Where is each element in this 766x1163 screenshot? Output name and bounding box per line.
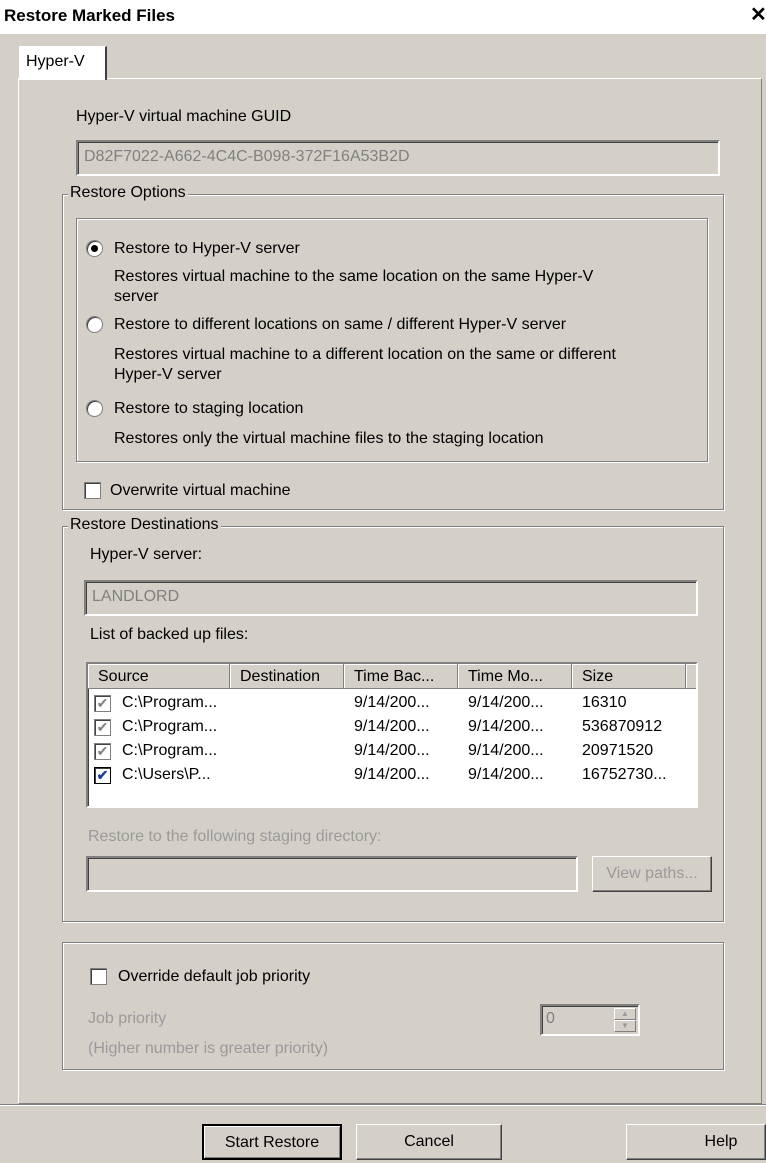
column-header-time-modified[interactable]: Time Mo...: [458, 664, 572, 689]
guid-field[interactable]: D82F7022-A662-4C4C-B098-372F16A53B2D: [76, 140, 720, 176]
cell-time-backed: 9/14/200...: [354, 694, 430, 711]
cell-source: C:\Users\P...: [122, 766, 211, 783]
column-header-time-backed[interactable]: Time Bac...: [344, 664, 458, 689]
override-priority-checkbox[interactable]: [90, 968, 107, 985]
cell-time-backed: 9/14/200...: [354, 742, 430, 759]
hyper-v-server-value: LANDLORD: [92, 588, 180, 605]
spin-up-icon[interactable]: ▲: [614, 1008, 636, 1020]
cell-source: C:\Program...: [122, 694, 218, 711]
help-button[interactable]: Help: [626, 1124, 766, 1160]
radio-restore-hyper-v-server[interactable]: [86, 240, 103, 257]
footer-separator: [0, 1104, 766, 1106]
cell-time-backed: 9/14/200...: [354, 718, 430, 735]
row-checkbox: ✔: [94, 719, 111, 736]
cell-time-modified: 9/14/200...: [468, 742, 544, 759]
cell-size: 536870912: [582, 718, 663, 735]
job-priority-value: 0: [546, 1010, 555, 1027]
cell-source: C:\Program...: [122, 718, 218, 735]
option-1-desc-line2: server: [114, 288, 159, 305]
cell-size: 20971520: [582, 742, 654, 759]
column-header-destination[interactable]: Destination: [230, 664, 344, 689]
cell-size: 16310: [582, 694, 627, 711]
option-1-desc-line1: Restores virtual machine to the same loc…: [114, 268, 594, 285]
cell-time-backed: 9/14/200...: [354, 766, 430, 783]
view-paths-button[interactable]: View paths...: [592, 856, 712, 892]
row-checkbox: ✔: [94, 695, 111, 712]
row-checkbox: ✔: [94, 743, 111, 760]
guid-value: D82F7022-A662-4C4C-B098-372F16A53B2D: [84, 148, 410, 165]
radio-selected-dot: [91, 245, 98, 252]
staging-directory-field[interactable]: [86, 856, 578, 892]
close-icon[interactable]: ✕: [750, 4, 766, 26]
overwrite-vm-checkbox[interactable]: [84, 482, 101, 499]
cell-source: C:\Program...: [122, 742, 218, 759]
option-2-desc-line2: Hyper-V server: [114, 366, 222, 383]
cancel-button[interactable]: Cancel: [356, 1124, 502, 1160]
option-2-desc-line1: Restores virtual machine to a different …: [114, 346, 616, 363]
priority-hint: (Higher number is greater priority): [88, 1040, 329, 1057]
job-priority-spinner[interactable]: 0 ▲ ▼: [540, 1004, 640, 1036]
column-header-source[interactable]: Source: [88, 664, 230, 689]
option-1-label[interactable]: Restore to Hyper-V server: [114, 240, 300, 258]
backed-up-files-list[interactable]: Source Destination Time Bac... Time Mo..…: [86, 662, 698, 808]
tab-hyper-v[interactable]: Hyper-V: [19, 46, 107, 80]
restore-destinations-legend: Restore Destinations: [68, 516, 221, 534]
cell-time-modified: 9/14/200...: [468, 694, 544, 711]
row-checkbox[interactable]: ✔: [94, 767, 111, 784]
table-row[interactable]: ✔ C:\Program... 9/14/200... 9/14/200... …: [88, 716, 696, 740]
guid-label: Hyper-V virtual machine GUID: [76, 108, 292, 125]
tab-label: Hyper-V: [26, 53, 85, 70]
column-header-size[interactable]: Size: [572, 664, 686, 689]
view-paths-label: View paths...: [606, 865, 698, 882]
backed-up-files-label: List of backed up files:: [90, 626, 249, 643]
cell-time-modified: 9/14/200...: [468, 718, 544, 735]
cell-size: 16752730...: [582, 766, 667, 783]
hyper-v-server-label: Hyper-V server:: [90, 546, 203, 563]
restore-options-legend: Restore Options: [68, 184, 188, 202]
title-bar: Restore Marked Files ✕: [0, 0, 766, 34]
spin-down-icon[interactable]: ▼: [614, 1020, 636, 1032]
overwrite-vm-label[interactable]: Overwrite virtual machine: [110, 482, 291, 500]
radio-restore-different-locations[interactable]: [86, 316, 103, 333]
table-row[interactable]: ✔ C:\Users\P... 9/14/200... 9/14/200... …: [88, 764, 696, 788]
staging-directory-label: Restore to the following staging directo…: [88, 828, 382, 845]
table-row[interactable]: ✔ C:\Program... 9/14/200... 9/14/200... …: [88, 740, 696, 764]
window-title: Restore Marked Files: [4, 6, 176, 25]
option-3-desc: Restores only the virtual machine files …: [114, 430, 544, 447]
radio-restore-staging-location[interactable]: [86, 400, 103, 417]
column-header-filler: [686, 664, 696, 689]
start-restore-button[interactable]: Start Restore: [202, 1124, 342, 1160]
option-2-label[interactable]: Restore to different locations on same /…: [114, 316, 566, 334]
start-restore-label: Start Restore: [224, 1134, 320, 1151]
table-row[interactable]: ✔ C:\Program... 9/14/200... 9/14/200... …: [88, 692, 696, 716]
help-label: Help: [704, 1133, 738, 1150]
hyper-v-server-field[interactable]: LANDLORD: [84, 580, 698, 616]
cell-time-modified: 9/14/200...: [468, 766, 544, 783]
option-3-label[interactable]: Restore to staging location: [114, 400, 303, 418]
override-priority-label[interactable]: Override default job priority: [118, 968, 310, 986]
job-priority-label: Job priority: [88, 1010, 167, 1027]
cancel-label: Cancel: [404, 1133, 454, 1150]
